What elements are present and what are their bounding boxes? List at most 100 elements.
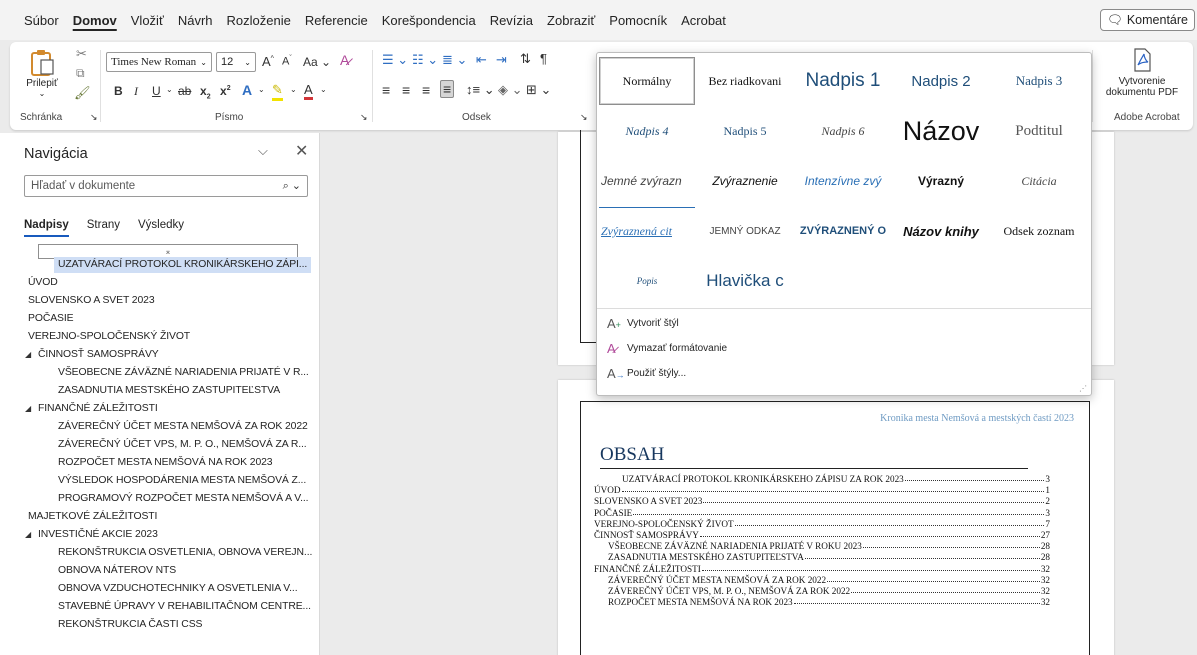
tab-headings[interactable]: Nadpisy — [24, 219, 69, 237]
highlight-icon[interactable]: ✎ — [272, 82, 283, 101]
pilcrow-icon[interactable]: ¶ — [540, 51, 547, 66]
toc-entry[interactable]: ZÁVEREČNÝ ÚČET MESTA NEMŠOVÁ ZA ROK 2022… — [608, 573, 1050, 585]
menu-mailings[interactable]: Korešpondencia — [382, 13, 476, 28]
cut-icon[interactable]: ✂ — [76, 46, 87, 62]
font-size-select[interactable]: 12 ⌄ — [216, 52, 256, 72]
chevron-down-icon[interactable]: ⌄ — [290, 85, 297, 94]
nav-heading-item[interactable]: ◢ FINANČNÉ ZÁLEŽITOSTI — [25, 401, 158, 417]
grow-font-icon[interactable]: A^ — [262, 54, 274, 69]
bullets-icon[interactable]: ☰ ⌄ — [382, 52, 408, 68]
nav-heading-item[interactable]: VŠEOBECNE ZÁVÄZNÉ NARIADENIA PRIJATÉ V R… — [58, 365, 309, 381]
menu-references[interactable]: Referencie — [305, 13, 368, 28]
expand-triangle-icon[interactable]: ◢ — [25, 527, 31, 543]
search-icon[interactable]: ⌕ ⌄ — [283, 179, 301, 193]
toc-entry[interactable]: VŠEOBECNE ZÁVÄZNÉ NARIADENIA PRIJATÉ V R… — [608, 539, 1050, 551]
style-option[interactable]: Nadpis 2 — [893, 57, 989, 105]
style-option[interactable]: Bez riadkovani — [697, 57, 793, 105]
style-option[interactable]: Nadpis 5 — [697, 107, 793, 155]
toc-entry[interactable]: POČASIE 3 — [594, 506, 1050, 518]
style-option[interactable]: Jemné zvýrazn — [599, 157, 695, 205]
toc-entry[interactable]: VEREJNO-SPOLOČENSKÝ ŽIVOT 7 — [594, 517, 1050, 529]
increase-indent-icon[interactable]: ⇥ — [496, 52, 507, 68]
decrease-indent-icon[interactable]: ⇤ — [476, 52, 487, 68]
style-option[interactable]: Podtitul — [991, 107, 1087, 155]
borders-icon[interactable]: ⊞ ⌄ — [526, 82, 551, 98]
align-left-icon[interactable]: ≡ — [382, 82, 390, 98]
style-option[interactable]: Popis — [599, 257, 695, 305]
nav-heading-item[interactable]: ZÁVEREČNÝ ÚČET MESTA NEMŠOVÁ ZA ROK 2022 — [58, 419, 308, 435]
bold-icon[interactable]: B — [114, 84, 123, 98]
style-option[interactable]: Normálny — [599, 57, 695, 105]
nav-heading-item[interactable]: REKONŠTRUKCIA ČASTI CSS — [58, 617, 202, 633]
style-option[interactable]: Výrazný — [893, 157, 989, 205]
menu-insert[interactable]: Vložiť — [131, 13, 164, 28]
nav-heading-item[interactable]: MAJETKOVÉ ZÁLEŽITOSTI — [28, 509, 157, 525]
style-option[interactable]: Odsek zoznam — [991, 207, 1087, 255]
chevron-down-icon[interactable]: ⌵ — [258, 143, 268, 159]
menu-review[interactable]: Revízia — [490, 13, 533, 28]
numbering-icon[interactable]: ☷ ⌄ — [412, 52, 438, 68]
nav-heading-item[interactable]: PROGRAMOVÝ ROZPOČET MESTA NEMŠOVÁ A V... — [58, 491, 309, 507]
clipboard-launcher-icon[interactable]: ↘ — [90, 112, 98, 123]
text-effects-icon[interactable]: A — [242, 82, 252, 98]
justify-icon[interactable]: ≡ — [440, 80, 455, 98]
font-color-icon[interactable]: A — [304, 82, 313, 100]
tab-results[interactable]: Výsledky — [138, 219, 184, 237]
align-center-icon[interactable]: ≡ — [402, 82, 410, 98]
multilevel-list-icon[interactable]: ≣ ⌄ — [442, 52, 467, 68]
nav-heading-item[interactable]: ZÁVEREČNÝ ÚČET VPS, M. P. O., NEMŠOVÁ ZA… — [58, 437, 307, 453]
style-option[interactable]: Nadpis 1 — [795, 57, 891, 105]
toc-entry[interactable]: ZÁVEREČNÝ ÚČET VPS, M. P. O., NEMŠOVÁ ZA… — [608, 584, 1050, 596]
paste-button[interactable]: Prilepiť ⌄ — [24, 48, 60, 104]
tab-pages[interactable]: Strany — [87, 219, 120, 237]
nav-heading-item[interactable]: VÝSLEDOK HOSPODÁRENIA MESTA NEMŠOVÁ Z... — [58, 473, 306, 489]
clear-formatting-command[interactable]: A̷ Vymazať formátovanie — [607, 341, 727, 356]
nav-heading-item[interactable]: ◢ INVESTIČNÉ AKCIE 2023 — [25, 527, 158, 543]
toc-entry[interactable]: ROZPOČET MESTA NEMŠOVÁ NA ROK 2023 32 — [608, 595, 1050, 607]
menu-help[interactable]: Pomocník — [609, 13, 667, 28]
apply-styles-command[interactable]: A→ Použiť štýly... — [607, 366, 686, 381]
nav-heading-item[interactable]: ÚVOD — [28, 275, 58, 291]
toc-entry[interactable]: ZASADNUTIA MESTSKÉHO ZASTUPITEĽSTVA 28 — [608, 550, 1050, 562]
toc-entry[interactable]: SLOVENSKO A SVET 2023 2 — [594, 494, 1050, 506]
nav-heading-item[interactable]: OBNOVA NÁTEROV NTS — [58, 563, 176, 579]
nav-heading-item[interactable]: POČASIE — [28, 311, 74, 327]
strikethrough-icon[interactable]: ab — [178, 84, 191, 98]
style-option[interactable]: Zvýraznená cit — [599, 207, 695, 255]
toc-entry[interactable]: UZATVÁRACÍ PROTOKOL KRONIKÁRSKEHO ZÁPISU… — [622, 472, 1050, 484]
toc-entry[interactable]: FINANČNÉ ZÁLEŽITOSTI 32 — [594, 562, 1050, 574]
expand-triangle-icon[interactable]: ◢ — [25, 401, 31, 417]
create-style-command[interactable]: A+ Vytvoriť štýl — [607, 316, 679, 331]
format-painter-icon[interactable]: 🖌 — [74, 85, 91, 101]
style-option[interactable]: Názov — [893, 107, 989, 155]
style-option[interactable]: Hlavička c — [697, 257, 793, 305]
nav-heading-item[interactable]: ◢ ČINNOSŤ SAMOSPRÁVY — [25, 347, 159, 363]
underline-icon[interactable]: U — [152, 84, 161, 98]
style-option[interactable]: Citácia — [991, 157, 1087, 205]
nav-heading-item[interactable]: STAVEBNÉ ÚPRAVY V REHABILITAČNOM CENTRE.… — [58, 599, 311, 615]
nav-search-input[interactable]: Hľadať v dokumente ⌕ ⌄ — [24, 175, 308, 197]
change-case-button[interactable]: Aa ⌄ — [303, 55, 331, 69]
style-option[interactable]: Nadpis 3 — [991, 57, 1087, 105]
style-option[interactable]: JEMNÝ ODKAZ — [697, 207, 793, 255]
nav-heading-item[interactable]: ZASADNUTIA MESTSKÉHO ZASTUPITEĽSTVA — [58, 383, 280, 399]
style-option[interactable]: Nadpis 6 — [795, 107, 891, 155]
sort-icon[interactable]: ⇅ — [520, 51, 531, 67]
font-name-select[interactable]: Times New Roman ⌄ — [106, 52, 212, 72]
subscript-icon[interactable]: x2 — [200, 84, 211, 100]
menu-design[interactable]: Návrh — [178, 13, 213, 28]
chevron-down-icon[interactable]: ⌄ — [258, 85, 265, 94]
superscript-icon[interactable]: x2 — [220, 84, 231, 98]
create-pdf-button[interactable]: Vytvorenie dokumentu PDF — [1098, 48, 1186, 98]
clear-formatting-icon[interactable]: A̷ — [340, 52, 349, 68]
copy-icon[interactable]: ⧉ — [76, 66, 85, 81]
menu-acrobat[interactable]: Acrobat — [681, 13, 726, 28]
toc-entry[interactable]: ÚVOD 1 — [594, 483, 1050, 495]
nav-heading-item[interactable]: REKONŠTRUKCIA OSVETLENIA, OBNOVA VEREJN.… — [58, 545, 312, 561]
style-option[interactable]: Zvýraznenie — [697, 157, 793, 205]
shading-icon[interactable]: ◈ ⌄ — [498, 82, 523, 98]
align-right-icon[interactable]: ≡ — [422, 82, 430, 98]
style-option[interactable]: Názov knihy — [893, 207, 989, 255]
style-option[interactable]: Intenzívne zvý — [795, 157, 891, 205]
toc-entry[interactable]: ČINNOSŤ SAMOSPRÁVY 27 — [594, 528, 1050, 540]
